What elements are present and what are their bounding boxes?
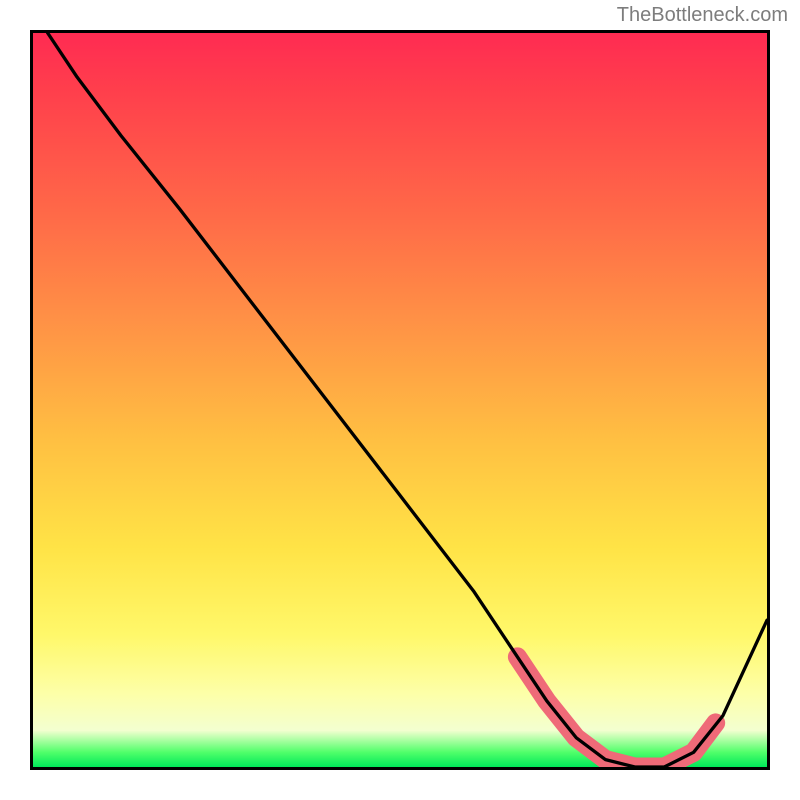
watermark-text: TheBottleneck.com: [617, 4, 788, 27]
plot-frame: [30, 30, 770, 770]
highlight-band-path: [517, 657, 715, 767]
chart-stage: TheBottleneck.com: [0, 0, 800, 800]
main-curve-path: [48, 33, 767, 767]
chart-svg: [33, 33, 767, 767]
